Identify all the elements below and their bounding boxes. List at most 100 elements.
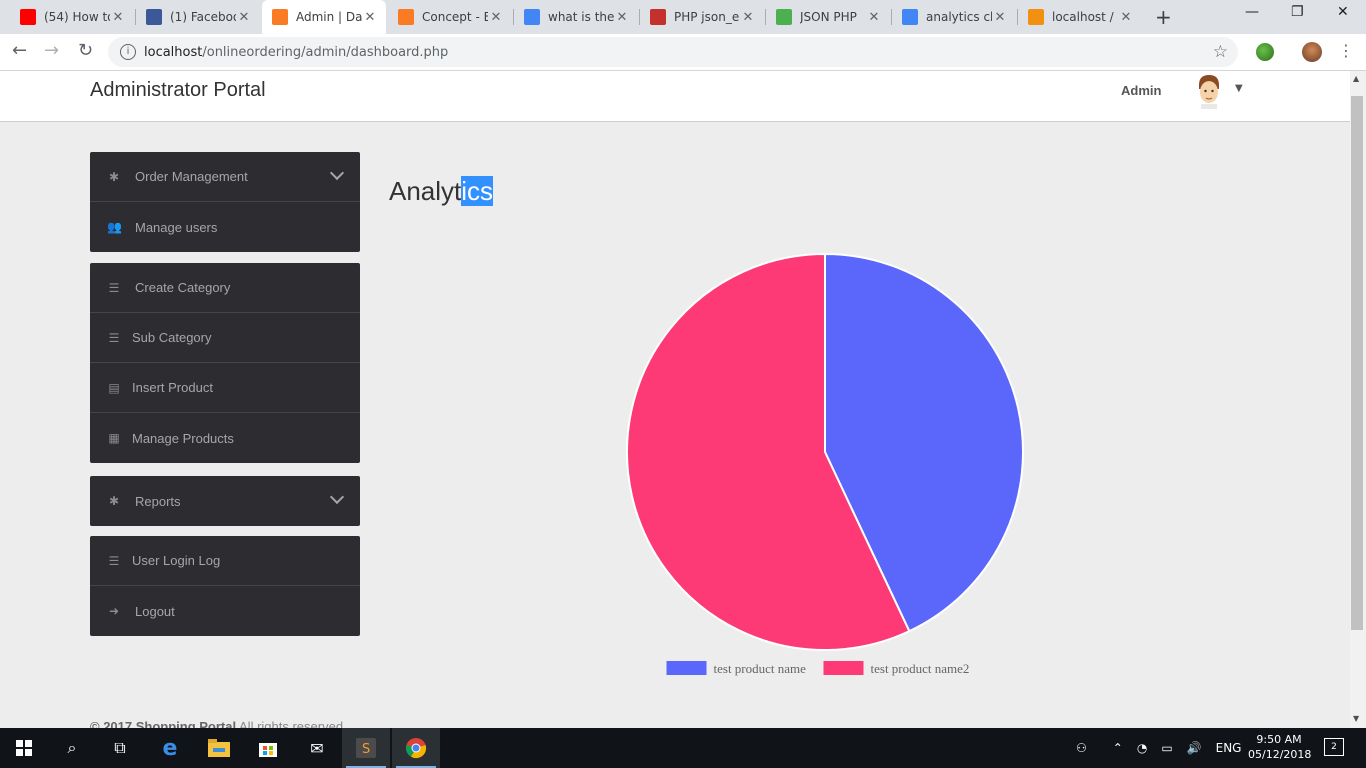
scroll-down-arrow-icon[interactable]: ▼	[1353, 714, 1359, 723]
sidebar-item-reports[interactable]: ✱ Reports	[90, 476, 360, 526]
minimize-icon[interactable]: —	[1245, 4, 1259, 20]
php-manual-icon	[650, 9, 666, 25]
browser-menu-icon[interactable]: ⋮	[1338, 41, 1354, 60]
xampp-icon	[398, 9, 414, 25]
legend-label[interactable]: test product name2	[871, 661, 970, 676]
browser-tab[interactable]: analytics ch ✕	[892, 0, 1016, 34]
browser-toolbar: ← → ↻ i localhost/onlineordering/admin/d…	[0, 34, 1366, 71]
page-title: Analytics	[389, 176, 494, 207]
browser-tab[interactable]: JSON PHP ✕	[766, 0, 890, 34]
sublime-text-icon[interactable]: S	[342, 728, 390, 768]
volume-icon[interactable]: 🔊	[1187, 741, 1202, 755]
edge-browser-icon[interactable]: e	[146, 728, 194, 768]
tab-title: analytics ch	[926, 10, 992, 24]
battery-icon[interactable]: ▭	[1161, 741, 1172, 755]
file-explorer-icon[interactable]	[195, 728, 243, 768]
close-tab-icon[interactable]: ✕	[236, 10, 252, 25]
browser-tab[interactable]: PHP json_er ✕	[640, 0, 764, 34]
action-center-icon[interactable]: 2	[1324, 738, 1344, 756]
store-icon[interactable]	[244, 728, 292, 768]
clock-time: 9:50 AM	[1256, 733, 1302, 746]
close-tab-icon[interactable]: ✕	[740, 10, 756, 25]
close-tab-icon[interactable]: ✕	[614, 10, 630, 25]
sidebar-item-manage-products[interactable]: ▦ Manage Products	[90, 413, 360, 463]
scrollbar-thumb[interactable]	[1351, 96, 1363, 630]
reload-icon[interactable]: ↻	[78, 40, 93, 61]
profile-avatar-icon[interactable]	[1302, 42, 1322, 62]
new-tab-button[interactable]: +	[1155, 5, 1172, 29]
sidebar-item-user-login-log[interactable]: ☰ User Login Log	[90, 536, 360, 586]
user-dropdown-caret-icon[interactable]: ▼	[1235, 83, 1243, 94]
chevron-up-icon[interactable]: ⌃	[1113, 741, 1123, 755]
list-icon: ☰	[108, 553, 120, 568]
windows-start-icon[interactable]	[0, 728, 48, 768]
sidebar-item-label: Order Management	[135, 169, 248, 184]
sidebar-item-manage-users[interactable]: 👥 Manage users	[90, 202, 360, 252]
close-tab-icon[interactable]: ✕	[488, 10, 504, 25]
bookmark-star-icon[interactable]: ☆	[1213, 42, 1228, 62]
people-icon[interactable]: ⚇	[1076, 741, 1087, 755]
address-bar[interactable]: i localhost/onlineordering/admin/dashboa…	[108, 37, 1238, 67]
paste-icon: ▤	[108, 380, 120, 395]
forward-icon[interactable]: →	[44, 40, 59, 61]
sidebar-item-logout[interactable]: ➜ Logout	[90, 586, 360, 636]
sidebar-block-account: ☰ User Login Log ➜ Logout	[90, 536, 360, 636]
chevron-down-icon	[329, 165, 345, 181]
clock-date: 05/12/2018	[1248, 748, 1312, 761]
sidebar-item-sub-category[interactable]: ☰ Sub Category	[90, 313, 360, 363]
browser-tab[interactable]: what is the ✕	[514, 0, 638, 34]
chrome-icon[interactable]	[392, 728, 440, 768]
url-host: localhost	[144, 44, 203, 60]
browser-tab[interactable]: localhost / ✕	[1018, 0, 1142, 34]
close-tab-icon[interactable]: ✕	[1118, 10, 1134, 25]
legend-label[interactable]: test product name	[714, 661, 807, 676]
sidebar-block-reports: ✱ Reports	[90, 476, 360, 526]
sidebar-block-catalog: ☰ Create Category ☰ Sub Category ▤ Inser…	[90, 263, 360, 463]
avatar[interactable]	[1192, 73, 1226, 109]
chevron-down-icon	[329, 489, 345, 505]
list-icon: ☰	[108, 330, 120, 345]
scroll-up-arrow-icon[interactable]: ▲	[1353, 74, 1359, 83]
list-icon: ☰	[108, 280, 120, 295]
close-tab-icon[interactable]: ✕	[362, 10, 378, 25]
legend-swatch[interactable]	[666, 661, 707, 675]
task-view-icon[interactable]: ⧉	[96, 728, 144, 768]
user-name[interactable]: Admin	[1121, 83, 1161, 98]
legend-swatch[interactable]	[823, 661, 864, 675]
close-window-icon[interactable]: ✕	[1337, 4, 1349, 20]
extension-globe-icon[interactable]	[1256, 43, 1274, 61]
tab-title: what is the	[548, 10, 614, 24]
sidebar-item-insert-product[interactable]: ▤ Insert Product	[90, 363, 360, 413]
sidebar-item-order-management[interactable]: ✱ Order Management	[90, 152, 360, 202]
close-tab-icon[interactable]: ✕	[992, 10, 1008, 25]
language-indicator[interactable]: ENG	[1216, 741, 1242, 755]
tab-title: PHP json_er	[674, 10, 740, 24]
wifi-icon[interactable]: ◔	[1137, 741, 1147, 755]
browser-tab[interactable]: (1) Faceboo ✕	[136, 0, 260, 34]
sidebar-item-label: Create Category	[135, 280, 231, 295]
close-tab-icon[interactable]: ✕	[110, 10, 126, 25]
taskbar-clock[interactable]: 9:50 AM 05/12/2018	[1248, 732, 1312, 762]
search-icon[interactable]: ⌕	[48, 728, 96, 768]
facebook-icon	[146, 9, 162, 25]
sidebar-item-label: Logout	[135, 603, 175, 619]
browser-tab[interactable]: Admin | Da ✕	[262, 0, 386, 34]
close-tab-icon[interactable]: ✕	[866, 10, 882, 25]
browser-tab[interactable]: Concept - E ✕	[388, 0, 512, 34]
back-icon[interactable]: ←	[12, 40, 27, 61]
page-title-selected-text: ics	[461, 176, 494, 206]
sidebar-item-label: Sub Category	[132, 330, 212, 345]
url-path: /onlineordering/admin/dashboard.php	[202, 44, 449, 60]
sidebar-item-create-category[interactable]: ☰ Create Category	[90, 263, 360, 313]
gear-icon: ✱	[108, 494, 120, 508]
table-icon: ▦	[108, 431, 120, 445]
mail-icon[interactable]: ✉	[293, 728, 341, 768]
restore-icon[interactable]: ❐	[1291, 4, 1304, 20]
sidebar-item-label: User Login Log	[132, 553, 221, 568]
site-info-icon[interactable]: i	[120, 44, 136, 60]
top-header: Administrator Portal Admin ▼	[0, 71, 1350, 122]
users-icon: 👥	[107, 220, 122, 234]
browser-tab[interactable]: (54) How to ✕	[10, 0, 134, 34]
brand-title: Administrator Portal	[90, 79, 266, 101]
svg-text:S: S	[362, 742, 370, 757]
